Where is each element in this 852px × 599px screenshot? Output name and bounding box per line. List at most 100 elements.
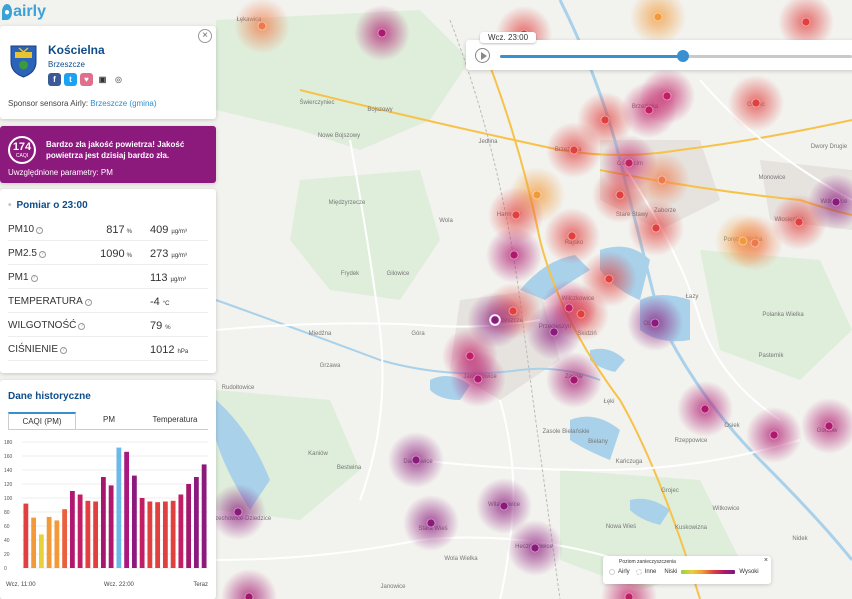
airly-logo[interactable]: ● airly: [2, 1, 46, 23]
sensor-marker[interactable]: [564, 303, 574, 313]
sensor-marker[interactable]: [490, 315, 500, 325]
history-bar[interactable]: [93, 501, 99, 569]
sensor-marker[interactable]: [604, 274, 614, 284]
info-icon[interactable]: ?: [84, 299, 92, 306]
info-icon[interactable]: ?: [60, 347, 68, 354]
history-bar[interactable]: [116, 447, 122, 568]
sensor-marker[interactable]: [615, 190, 625, 200]
sensor-marker[interactable]: [831, 197, 841, 207]
close-icon[interactable]: ×: [764, 557, 768, 564]
measurement-percent: [130, 344, 132, 356]
history-bar[interactable]: [131, 475, 137, 568]
sensor-marker[interactable]: [624, 592, 634, 599]
history-bar[interactable]: [77, 494, 83, 569]
timeline-track[interactable]: [500, 50, 852, 62]
play-icon[interactable]: [475, 48, 490, 63]
sensor-marker[interactable]: [700, 404, 710, 414]
history-bar[interactable]: [193, 477, 199, 568]
sensor-marker[interactable]: [426, 518, 436, 528]
sensor-marker[interactable]: [508, 306, 518, 316]
history-bar[interactable]: [170, 500, 176, 568]
history-bar[interactable]: [85, 500, 91, 568]
sensor-marker[interactable]: [377, 28, 387, 38]
place-label: Kaniów: [308, 451, 328, 457]
legend-low: Niski: [664, 569, 678, 575]
sensor-marker[interactable]: [576, 309, 586, 319]
history-bar[interactable]: [124, 451, 130, 568]
history-bar[interactable]: [31, 517, 37, 568]
locate-icon[interactable]: ◎: [112, 73, 125, 86]
sensor-marker[interactable]: [411, 455, 421, 465]
sensor-marker[interactable]: [751, 98, 761, 108]
sensor-marker[interactable]: [769, 430, 779, 440]
sensor-marker[interactable]: [473, 374, 483, 384]
history-bar[interactable]: [38, 534, 44, 568]
sensor-marker[interactable]: [650, 318, 660, 328]
place-label: Wola: [439, 218, 453, 224]
tab-temperature[interactable]: Temperatura: [142, 412, 208, 429]
sensor-marker[interactable]: [511, 210, 521, 220]
history-bar[interactable]: [46, 516, 52, 568]
tab-caqi[interactable]: CAQI (PM): [8, 412, 76, 429]
history-bar[interactable]: [100, 477, 106, 568]
info-icon[interactable]: ?: [30, 275, 38, 282]
facebook-icon[interactable]: f: [48, 73, 61, 86]
sensor-marker[interactable]: [651, 223, 661, 233]
twitter-icon[interactable]: t: [64, 73, 77, 86]
drop-logo-icon: ●: [2, 4, 13, 20]
close-icon[interactable]: ×: [198, 29, 212, 43]
history-bar[interactable]: [108, 485, 114, 568]
history-panel: Dane historyczne CAQI (PM) PM Temperatur…: [0, 380, 216, 599]
sensor-marker[interactable]: [530, 543, 540, 553]
sensor-marker[interactable]: [662, 91, 672, 101]
sensor-marker[interactable]: [600, 115, 610, 125]
sensor-marker[interactable]: [465, 351, 475, 361]
sensor-marker[interactable]: [257, 21, 267, 31]
sensor-marker[interactable]: [244, 592, 254, 599]
history-bar[interactable]: [139, 498, 145, 568]
history-bar[interactable]: [23, 503, 29, 568]
sensor-marker[interactable]: [657, 175, 667, 185]
place-label: Jedlina: [478, 139, 498, 145]
sensor-marker[interactable]: [624, 158, 634, 168]
legend-items: Airly Inne Niski Wysoki: [609, 569, 759, 575]
history-bar[interactable]: [162, 501, 168, 569]
history-bar[interactable]: [69, 491, 75, 568]
embed-icon[interactable]: ▣: [96, 73, 109, 86]
place-label: Polanka Wielka: [762, 312, 804, 318]
timeline-handle[interactable]: [677, 50, 690, 62]
sensor-marker[interactable]: [644, 105, 654, 115]
timeline-time-label: Wcz. 23:00: [480, 32, 537, 43]
history-bar[interactable]: [178, 494, 184, 569]
history-bar[interactable]: [186, 484, 192, 568]
sensor-marker[interactable]: [794, 217, 804, 227]
alert-message: Bardzo zła jakość powietrza! Jakość powi…: [46, 140, 185, 160]
sensor-marker[interactable]: [569, 145, 579, 155]
info-icon[interactable]: ?: [38, 251, 46, 258]
sensor-marker[interactable]: [499, 501, 509, 511]
sensor-marker[interactable]: [567, 231, 577, 241]
info-icon[interactable]: ?: [78, 323, 86, 330]
measurement-row: WILGOTNOŚĆ? 79%: [8, 315, 208, 337]
sensor-marker[interactable]: [569, 375, 579, 385]
sponsor-link[interactable]: Brzeszcze (gmina): [90, 99, 156, 108]
sensor-marker[interactable]: [824, 421, 834, 431]
history-bar[interactable]: [54, 520, 60, 568]
history-bar[interactable]: [147, 501, 153, 569]
history-bar[interactable]: [201, 464, 207, 568]
tab-pm[interactable]: PM: [76, 412, 142, 429]
sensor-marker[interactable]: [549, 327, 559, 337]
history-bar[interactable]: [62, 509, 68, 568]
sensor-marker[interactable]: [233, 507, 243, 517]
favorite-icon[interactable]: ♥: [80, 73, 93, 86]
measurement-percent: 1090%: [100, 248, 132, 260]
y-tick-label: 120: [4, 482, 13, 488]
sensor-marker[interactable]: [653, 12, 663, 22]
sensor-marker[interactable]: [509, 250, 519, 260]
sensor-marker[interactable]: [738, 236, 748, 246]
sensor-marker[interactable]: [750, 238, 760, 248]
sensor-marker[interactable]: [532, 190, 542, 200]
history-bar[interactable]: [155, 502, 161, 568]
sensor-marker[interactable]: [801, 17, 811, 27]
info-icon[interactable]: ?: [36, 227, 44, 234]
